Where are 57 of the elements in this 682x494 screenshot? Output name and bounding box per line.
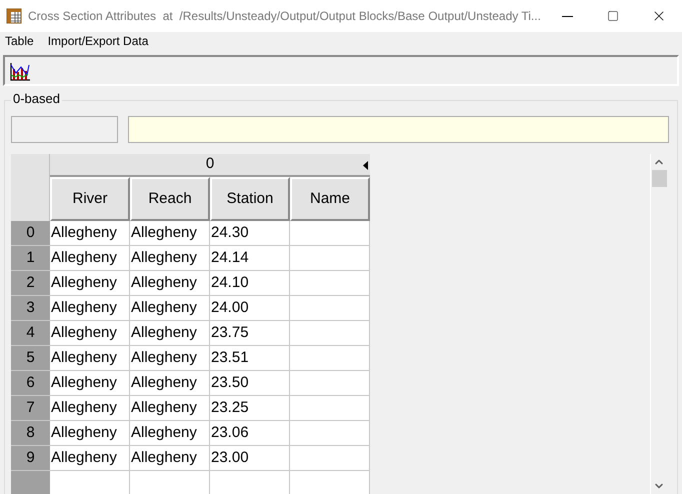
column-group-header: 0 (50, 154, 370, 177)
column-header[interactable]: Station (210, 177, 290, 221)
window-title: Cross Section Attributes at /Results/Unsteady/Output/Output Blocks/Base Output/Unsteady Ti... (28, 8, 541, 25)
table-cell: 23.75 (210, 321, 290, 346)
table-cell: Allegheny (50, 271, 130, 296)
corner-header (11, 154, 50, 221)
table-cell: 24.00 (210, 296, 290, 321)
table-cell: 23.51 (210, 346, 290, 371)
cell-reference-field[interactable] (11, 116, 118, 143)
table-cell: Allegheny (50, 321, 130, 346)
table-cell: Allegheny (130, 371, 210, 396)
table-cell: 24.14 (210, 246, 290, 271)
row-header[interactable]: 7 (11, 396, 50, 421)
table-cell: Allegheny (50, 446, 130, 471)
maximize-icon (607, 10, 619, 22)
table-cell: Allegheny (130, 246, 210, 271)
table-cell: Allegheny (50, 421, 130, 446)
table-cell: Allegheny (130, 296, 210, 321)
column-header[interactable]: River (50, 177, 130, 221)
menu-item[interactable]: Table (5, 32, 34, 50)
menu-item[interactable]: Import/Export Data (48, 32, 148, 50)
table-cell: Allegheny (130, 421, 210, 446)
table-cell: Allegheny (130, 221, 210, 246)
table-cell: 24.30 (210, 221, 290, 246)
table-cell: 23.00 (210, 446, 290, 471)
column-header[interactable]: Name (290, 177, 370, 221)
table-cell: Allegheny (50, 296, 130, 321)
row-header[interactable]: 9 (11, 446, 50, 471)
vertical-scrollbar[interactable] (650, 154, 667, 494)
table-cell: Allegheny (130, 321, 210, 346)
table-icon (6, 8, 22, 24)
row-header[interactable]: 2 (11, 271, 50, 296)
left-arrow-icon[interactable] (363, 161, 368, 170)
row-header[interactable]: 4 (11, 321, 50, 346)
row-header[interactable]: 1 (11, 246, 50, 271)
table-cell: 23.06 (210, 421, 290, 446)
table-cell: Allegheny (50, 246, 130, 271)
table-cell: Allegheny (50, 221, 130, 246)
table-cell: Allegheny (130, 396, 210, 421)
row-header[interactable]: 5 (11, 346, 50, 371)
row-header[interactable]: 3 (11, 296, 50, 321)
row-header[interactable]: 8 (11, 421, 50, 446)
table-cell: Allegheny (50, 346, 130, 371)
table-cell: Allegheny (130, 271, 210, 296)
column-header[interactable]: Reach (130, 177, 210, 221)
table-cell: Allegheny (130, 446, 210, 471)
table-cell: 24.10 (210, 271, 290, 296)
row-header[interactable]: 6 (11, 371, 50, 396)
row-header[interactable]: 0 (11, 221, 50, 246)
row-header (11, 471, 50, 494)
table-cell: Allegheny (50, 396, 130, 421)
table-cell: 23.25 (210, 396, 290, 421)
table-cell: 23.50 (210, 371, 290, 396)
table-cell: Allegheny (130, 346, 210, 371)
table-cell: Allegheny (50, 371, 130, 396)
cell-value-field[interactable] (128, 116, 669, 143)
scrollbar-thumb[interactable] (652, 170, 666, 187)
